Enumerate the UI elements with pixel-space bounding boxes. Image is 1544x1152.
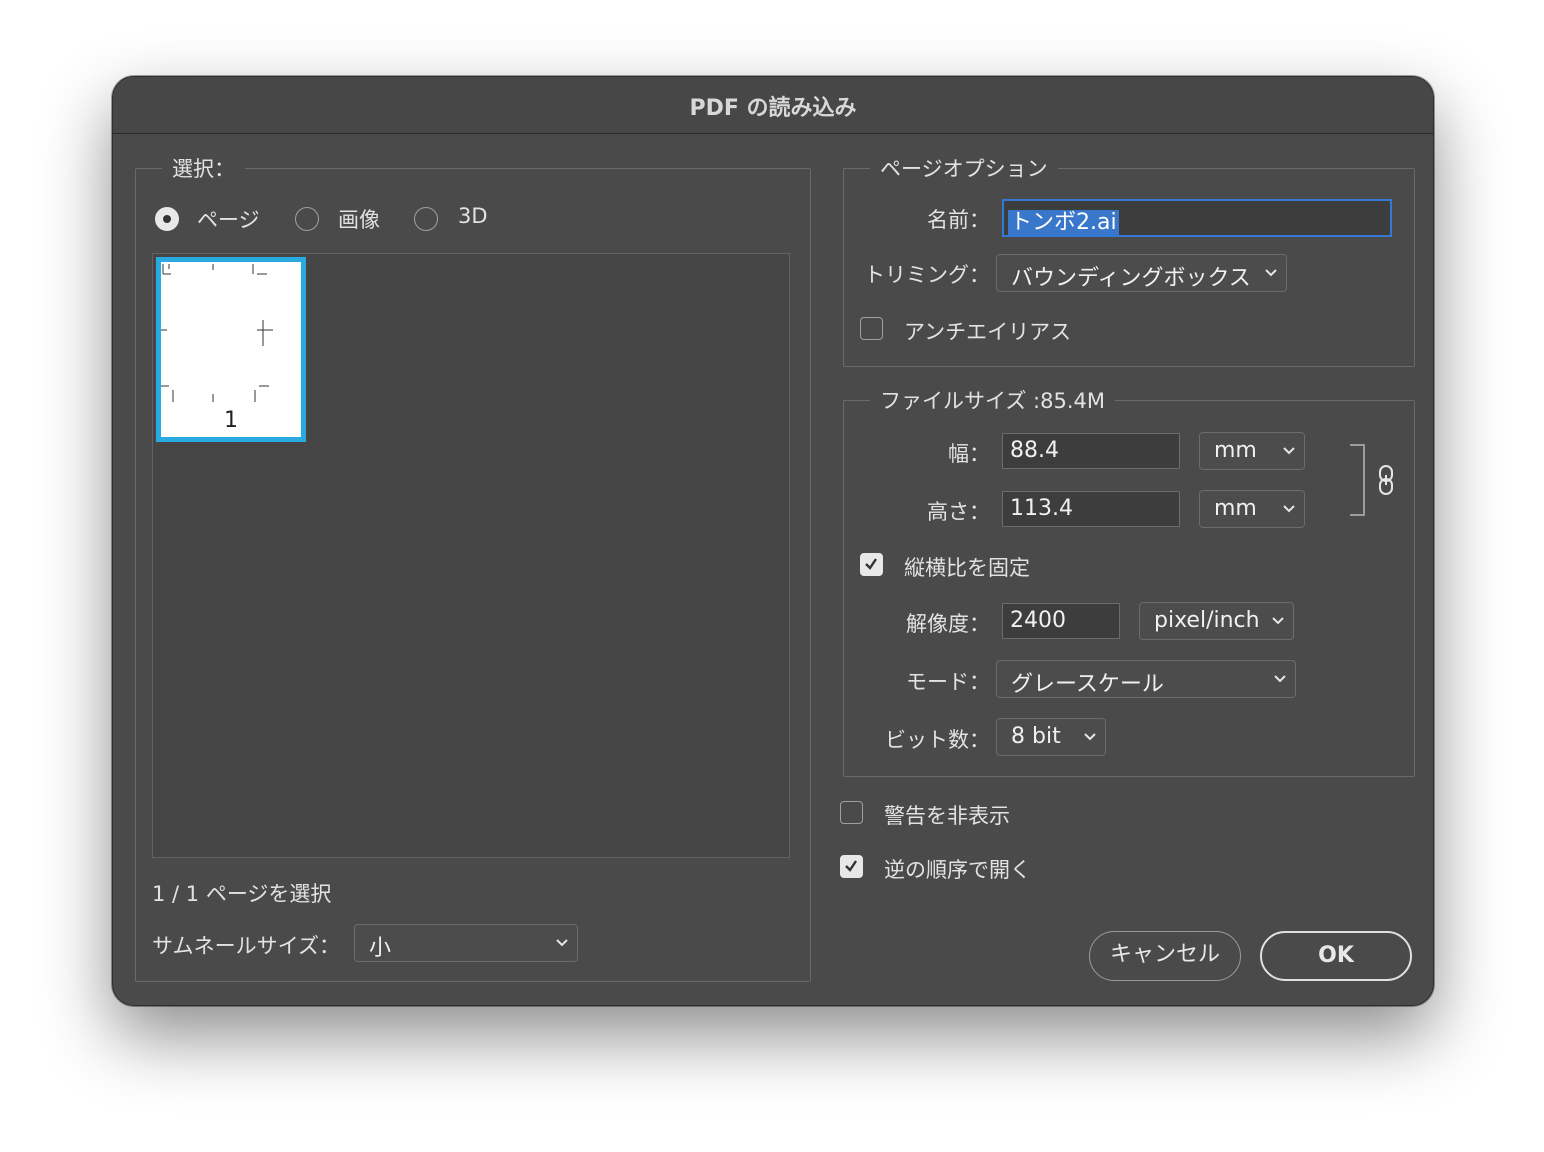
radio-page-label[interactable]: ページ [197,204,260,234]
ok-button[interactable]: OK [1260,931,1412,981]
mode-value: グレースケール [1011,672,1164,697]
bits-label: ビット数： [885,728,990,752]
chevron-down-icon [1084,733,1096,741]
resolution-field[interactable]: 2400 [1002,603,1120,639]
chevron-down-icon [556,939,568,947]
bits-value: 8 bit [1011,724,1061,749]
height-unit-select[interactable]: mm [1199,490,1305,528]
title-bar[interactable]: PDF の読み込み [113,77,1433,134]
radio-image[interactable] [295,207,319,231]
thumbnail-size-select[interactable]: 小 [354,924,578,962]
checkmark-icon [865,558,877,570]
checkmark-icon [845,860,857,872]
thumbnail-size-value: 小 [369,936,392,961]
radio-3d-label[interactable]: 3D [458,204,488,228]
radio-image-label[interactable]: 画像 [338,204,380,234]
name-field[interactable]: トンボ2.ai [1002,199,1392,237]
file-size-legend: ファイルサイズ :85.4M [870,385,1115,415]
radio-3d[interactable] [414,207,438,231]
select-group-legend: 選択： [162,153,245,183]
thumbnail-size-label: サムネールサイズ： [152,934,340,958]
resolution-unit-value: pixel/inch [1154,608,1260,633]
trimming-label: トリミング： [864,263,990,287]
thumbnail-page-number: 1 [224,408,238,433]
reverse-order-checkbox[interactable] [840,855,863,878]
chevron-down-icon [1283,505,1295,513]
width-field[interactable]: 88.4 [1002,433,1180,469]
antialias-label[interactable]: アンチエイリアス [904,316,1071,346]
radio-page[interactable] [155,207,179,231]
selection-status: 1 / 1 ページを選択 [152,882,332,906]
page-thumbnail[interactable]: 1 [156,257,306,442]
cancel-button[interactable]: キャンセル [1089,931,1241,981]
height-unit-value: mm [1214,496,1257,521]
reverse-order-label[interactable]: 逆の順序で開く [884,854,1031,884]
name-field-value: トンボ2.ai [1008,210,1119,235]
chevron-down-icon [1283,447,1295,455]
height-field[interactable]: 113.4 [1002,491,1180,527]
chain-link-icon[interactable] [1376,464,1396,496]
name-label: 名前： [927,208,990,232]
height-label: 高さ： [927,500,990,524]
mode-label: モード： [906,670,990,694]
chevron-down-icon [1265,269,1277,277]
suppress-warnings-checkbox[interactable] [840,801,863,824]
chevron-down-icon [1272,617,1284,625]
constrain-bracket [1350,444,1365,516]
mode-select[interactable]: グレースケール [996,660,1296,698]
constrain-label[interactable]: 縦横比を固定 [904,552,1030,582]
constrain-checkbox[interactable] [860,553,883,576]
width-unit-value: mm [1214,438,1257,463]
width-label: 幅： [948,442,990,466]
crop-marks-graphic [161,264,273,402]
trimming-value: バウンディングボックス [1011,266,1251,291]
window-title: PDF の読み込み [689,96,857,121]
suppress-warnings-label[interactable]: 警告を非表示 [884,800,1010,830]
resolution-label: 解像度： [906,612,990,636]
trimming-select[interactable]: バウンディングボックス [996,254,1287,292]
resolution-unit-select[interactable]: pixel/inch [1139,602,1294,640]
antialias-checkbox[interactable] [860,317,883,340]
bits-select[interactable]: 8 bit [996,718,1106,756]
page-options-legend: ページオプション [870,153,1058,183]
chevron-down-icon [1274,675,1286,683]
width-unit-select[interactable]: mm [1199,432,1305,470]
